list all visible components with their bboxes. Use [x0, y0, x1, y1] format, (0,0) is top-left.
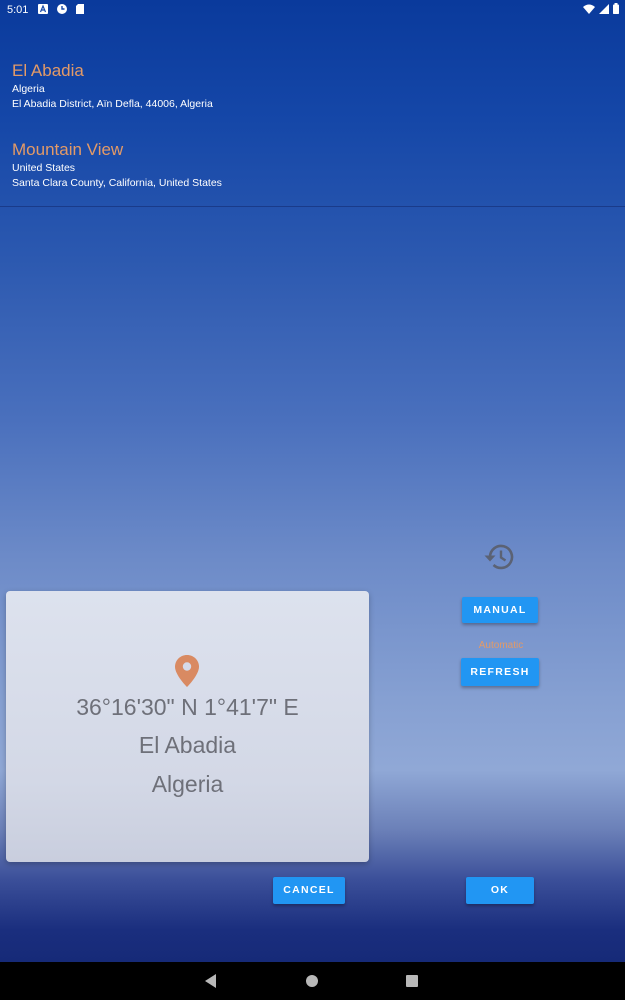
- refresh-button[interactable]: REFRESH: [461, 658, 539, 686]
- history-item-name: El Abadia: [12, 61, 84, 80]
- history-item-country: Algeria: [12, 83, 45, 95]
- location-coordinates: 36°16'30" N 1°41'7" E: [76, 694, 299, 720]
- location-pin-icon: [175, 655, 199, 687]
- current-location-card: 36°16'30" N 1°41'7" E El Abadia Algeria: [6, 591, 369, 862]
- list-divider: [0, 206, 625, 207]
- manual-button[interactable]: MANUAL: [462, 597, 538, 623]
- automatic-label: Automatic: [478, 640, 524, 651]
- sd-card-icon: [76, 4, 84, 14]
- history-item-address: Santa Clara County, California, United S…: [12, 177, 222, 189]
- location-city: El Abadia: [138, 732, 237, 758]
- wifi-icon: [583, 4, 595, 14]
- font-icon: [38, 4, 48, 14]
- status-bar: 5:01: [0, 0, 625, 20]
- battery-icon: [613, 3, 619, 14]
- history-item-country: United States: [12, 162, 76, 174]
- location-history-list: El Abadia Algeria El Abadia District, Aï…: [0, 52, 625, 201]
- ok-button[interactable]: OK: [466, 877, 534, 904]
- status-time: 5:01: [7, 4, 29, 16]
- history-item-address: El Abadia District, Aïn Defla, 44006, Al…: [12, 98, 213, 110]
- history-item-mountain-view[interactable]: Mountain View United States Santa Clara …: [0, 131, 625, 201]
- clock-app-icon: [57, 4, 67, 14]
- cell-signal-icon: [599, 3, 609, 14]
- back-icon[interactable]: [205, 974, 217, 988]
- history-item-el-abadia[interactable]: El Abadia Algeria El Abadia District, Aï…: [0, 52, 625, 122]
- home-icon[interactable]: [306, 975, 318, 987]
- history-icon[interactable]: [483, 541, 517, 573]
- recents-icon[interactable]: [406, 975, 418, 987]
- cancel-button[interactable]: CANCEL: [273, 877, 345, 904]
- history-item-name: Mountain View: [12, 140, 124, 159]
- location-country: Algeria: [151, 771, 224, 797]
